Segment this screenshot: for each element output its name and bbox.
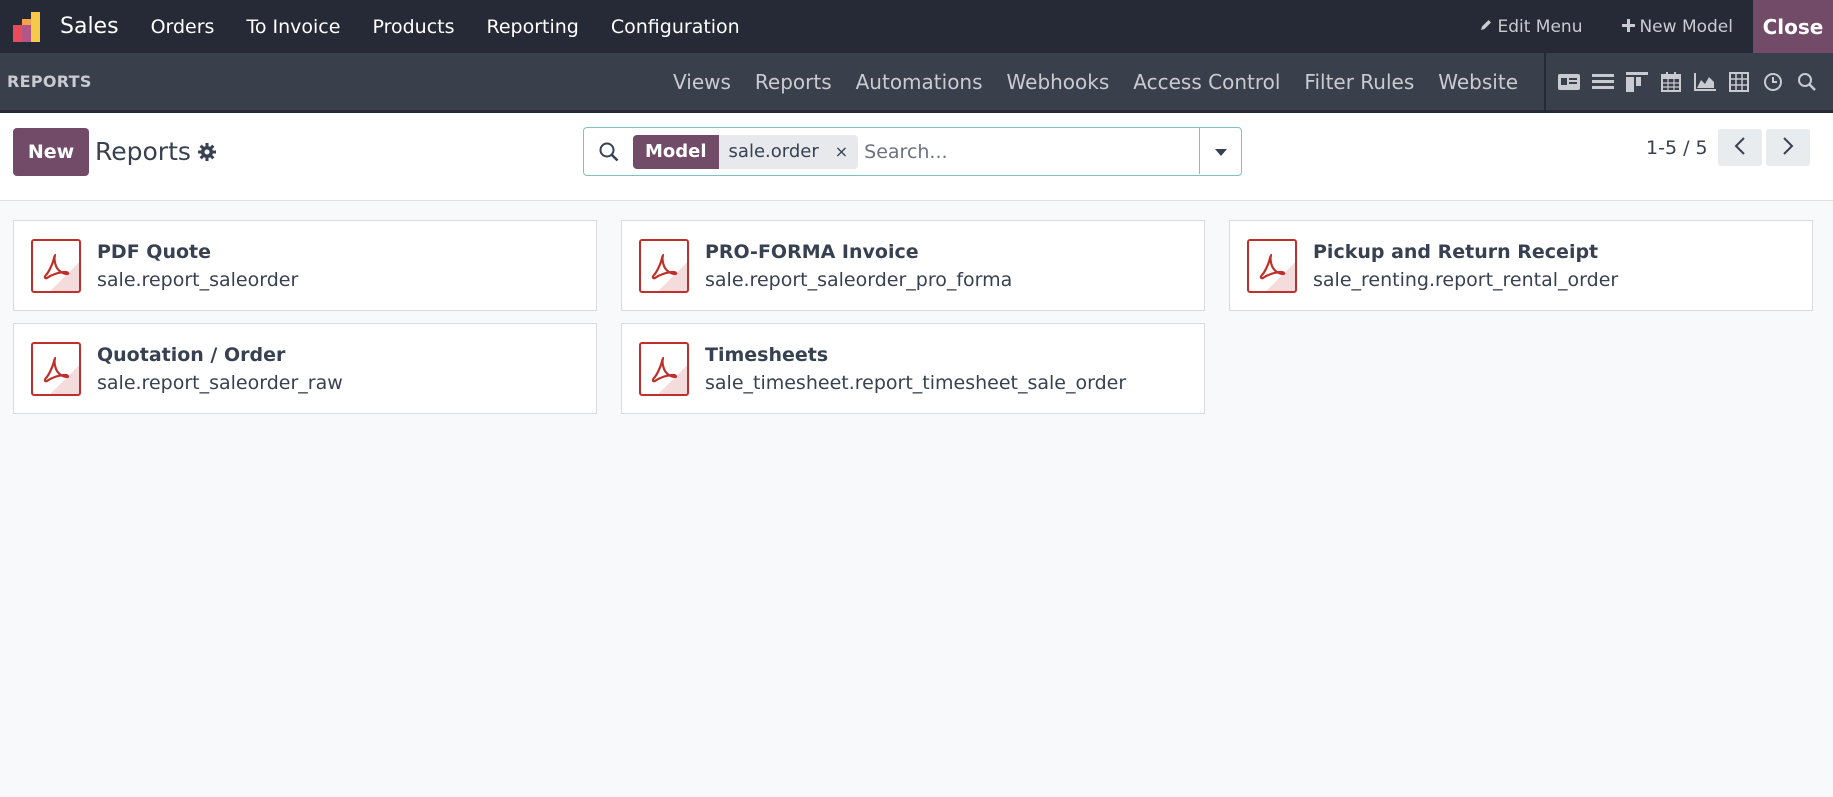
search-facet-model: Model sale.order ×: [633, 134, 859, 169]
list-view-icon[interactable]: [1590, 69, 1616, 95]
pager-value[interactable]: 1-5 / 5: [1646, 137, 1708, 159]
report-name: Timesheets: [705, 343, 829, 366]
new-model-button[interactable]: New Model: [1602, 17, 1753, 37]
page-title: Reports: [95, 137, 191, 166]
studio-actions: Edit Menu New Model Close: [1459, 0, 1833, 53]
report-name: Pickup and Return Receipt: [1313, 240, 1599, 263]
chevron-right-icon: [1782, 136, 1794, 160]
report-card-text: Pickup and Return Receipt sale_renting.r…: [1313, 241, 1618, 291]
pencil-icon: [1479, 17, 1493, 37]
studio-section-title: REPORTS: [7, 72, 92, 91]
search-options-toggle[interactable]: [1199, 128, 1241, 174]
graph-view-icon[interactable]: [1692, 69, 1718, 95]
studio-tab-automations[interactable]: Automations: [844, 70, 995, 94]
pdf-file-icon: [31, 238, 81, 293]
control-panel: New Reports Model sale.order × Search...…: [0, 113, 1833, 201]
search-icon[interactable]: [595, 138, 623, 166]
pdf-file-icon: [639, 238, 689, 293]
report-card-text: Quotation / Order sale.report_saleorder_…: [97, 344, 343, 394]
studio-tab-views[interactable]: Views: [661, 70, 743, 94]
studio-tab-webhooks[interactable]: Webhooks: [995, 70, 1122, 94]
report-name: PRO-FORMA Invoice: [705, 240, 919, 263]
pdf-file-icon: [639, 341, 689, 396]
report-technical-name: sale.report_saleorder_raw: [97, 371, 343, 394]
studio-tab-access-control[interactable]: Access Control: [1121, 70, 1292, 94]
new-model-label: New Model: [1639, 16, 1733, 37]
sales-app-icon[interactable]: [10, 9, 46, 45]
menu-to-invoice[interactable]: To Invoice: [230, 16, 356, 38]
menu-orders[interactable]: Orders: [135, 16, 231, 38]
plus-icon: [1622, 17, 1636, 37]
report-technical-name: sale.report_saleorder_pro_forma: [705, 268, 1013, 291]
pdf-file-icon: [1247, 238, 1297, 293]
report-card[interactable]: Quotation / Order sale.report_saleorder_…: [13, 323, 597, 414]
chevron-left-icon: [1734, 136, 1746, 160]
caret-down-icon: [1214, 142, 1227, 161]
new-button[interactable]: New: [13, 128, 89, 176]
report-card[interactable]: PRO-FORMA Invoice sale.report_saleorder_…: [621, 220, 1205, 311]
pdf-file-icon: [31, 341, 81, 396]
view-type-switcher: [1544, 53, 1833, 110]
facet-value: sale.order: [728, 141, 819, 162]
form-view-icon[interactable]: [1556, 69, 1582, 95]
report-technical-name: sale_renting.report_rental_order: [1313, 268, 1619, 291]
search-input[interactable]: [864, 140, 1165, 163]
report-technical-name: sale.report_saleorder: [97, 268, 299, 291]
pager-next-button[interactable]: [1766, 129, 1810, 166]
edit-menu-label: Edit Menu: [1497, 16, 1583, 37]
studio-tab-reports[interactable]: Reports: [743, 70, 844, 94]
menu-products[interactable]: Products: [356, 16, 470, 38]
studio-menu: Views Reports Automations Webhooks Acces…: [661, 53, 1530, 110]
report-card[interactable]: PDF Quote sale.report_saleorder: [13, 220, 597, 311]
activity-view-icon[interactable]: [1760, 69, 1786, 95]
studio-tab-filter-rules[interactable]: Filter Rules: [1292, 70, 1426, 94]
kanban-view-icon[interactable]: [1624, 69, 1650, 95]
menu-reporting[interactable]: Reporting: [471, 16, 595, 38]
facet-value-wrap: sale.order ×: [718, 134, 859, 169]
report-card-text: PRO-FORMA Invoice sale.report_saleorder_…: [705, 241, 1012, 291]
close-studio-button[interactable]: Close: [1753, 0, 1833, 53]
remove-facet-icon[interactable]: ×: [835, 142, 848, 161]
report-technical-name: sale_timesheet.report_timesheet_sale_ord…: [705, 371, 1127, 394]
studio-tab-website[interactable]: Website: [1426, 70, 1530, 94]
gear-icon[interactable]: [197, 142, 217, 162]
pager-previous-button[interactable]: [1718, 129, 1762, 166]
report-name: Quotation / Order: [97, 343, 286, 366]
report-card[interactable]: Timesheets sale_timesheet.report_timeshe…: [621, 323, 1205, 414]
pivot-view-icon[interactable]: [1726, 69, 1752, 95]
report-card[interactable]: Pickup and Return Receipt sale_renting.r…: [1229, 220, 1813, 311]
search-bar: Model sale.order ×: [583, 127, 1242, 176]
main-navbar: Sales Orders To Invoice Products Reporti…: [0, 0, 1833, 53]
edit-menu-button[interactable]: Edit Menu: [1459, 17, 1602, 37]
menu-configuration[interactable]: Configuration: [595, 16, 756, 38]
search-view-icon[interactable]: [1794, 69, 1820, 95]
report-name: PDF Quote: [97, 240, 211, 263]
facet-label: Model: [633, 134, 719, 169]
report-card-text: Timesheets sale_timesheet.report_timeshe…: [705, 344, 1126, 394]
studio-bar: REPORTS Views Reports Automations Webhoo…: [0, 53, 1833, 113]
app-name[interactable]: Sales: [60, 14, 119, 39]
calendar-view-icon[interactable]: [1658, 69, 1684, 95]
report-card-text: PDF Quote sale.report_saleorder: [97, 241, 298, 291]
